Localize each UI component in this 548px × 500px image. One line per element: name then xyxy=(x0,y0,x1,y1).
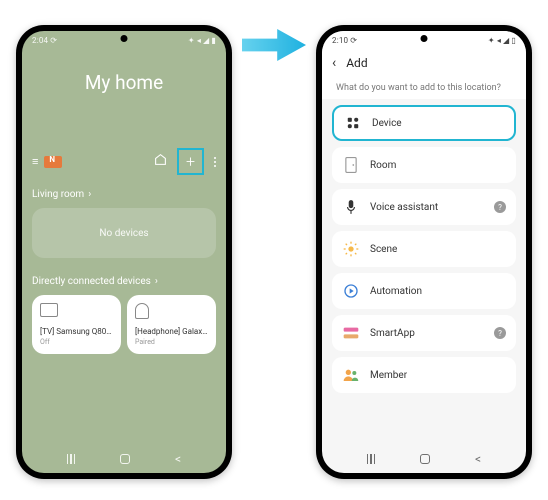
add-button[interactable]: + xyxy=(177,148,204,175)
nav-home[interactable] xyxy=(120,454,130,464)
voice-assistant-icon xyxy=(342,199,360,215)
header: ‹ Add xyxy=(322,49,526,75)
nav-recent[interactable] xyxy=(67,454,76,464)
phone-left: 2:04⟳ ✦◂◢▮ My home ≡ + xyxy=(16,25,232,479)
subheading: What do you want to add to this location… xyxy=(322,75,526,99)
headphone-icon xyxy=(135,303,149,319)
add-item-voice-assistant[interactable]: Voice assistant? xyxy=(332,189,516,225)
phone-right: 2:10⟳ ✦◂◢▯ ‹ Add What do you want to add… xyxy=(316,25,532,479)
add-item-room[interactable]: Room xyxy=(332,147,516,183)
lines-icon[interactable]: ≡ xyxy=(32,155,38,168)
smartapp-icon xyxy=(342,327,360,339)
chevron-right-icon: › xyxy=(88,189,91,200)
nav-bar: < xyxy=(322,447,526,471)
add-item-device[interactable]: Device xyxy=(332,105,516,141)
add-item-member[interactable]: Member xyxy=(332,357,516,393)
page-title: My home xyxy=(32,71,216,94)
status-time: 2:04 xyxy=(32,36,48,45)
automation-icon xyxy=(342,283,360,299)
add-item-label: Automation xyxy=(370,286,506,297)
arrow-right-icon xyxy=(242,25,306,65)
transition-arrow xyxy=(232,25,316,65)
member-icon xyxy=(342,368,360,382)
home-icon[interactable] xyxy=(154,153,167,170)
add-item-label: Scene xyxy=(370,244,506,255)
nav-back[interactable]: < xyxy=(475,452,481,466)
header-title: Add xyxy=(346,56,367,70)
nav-bar: < xyxy=(22,447,226,471)
device-card-headphone[interactable]: [Headphone] Galaxy … Paired xyxy=(127,295,216,354)
add-item-label: Voice assistant xyxy=(370,202,494,213)
room-section-header[interactable]: Living room › xyxy=(32,189,216,200)
no-devices-card[interactable]: No devices xyxy=(32,208,216,258)
add-item-scene[interactable]: Scene xyxy=(332,231,516,267)
help-icon[interactable]: ? xyxy=(494,201,506,213)
back-button[interactable]: ‹ xyxy=(332,55,336,71)
more-icon[interactable] xyxy=(214,157,216,167)
add-item-automation[interactable]: Automation xyxy=(332,273,516,309)
status-time: 2:10 xyxy=(332,36,348,45)
help-icon[interactable]: ? xyxy=(494,327,506,339)
add-item-label: Room xyxy=(370,160,506,171)
add-item-label: Device xyxy=(372,118,504,129)
device-card-tv[interactable]: [TV] Samsung Q800 … Off xyxy=(32,295,121,354)
front-camera xyxy=(421,35,428,42)
add-item-label: SmartApp xyxy=(370,328,494,339)
add-item-label: Member xyxy=(370,370,506,381)
plus-icon: + xyxy=(186,154,195,170)
add-item-smartapp[interactable]: SmartApp? xyxy=(332,315,516,351)
directly-section-header[interactable]: Directly connected devices › xyxy=(32,276,216,287)
nav-home[interactable] xyxy=(420,454,430,464)
room-icon xyxy=(342,157,360,173)
tv-icon xyxy=(40,303,58,317)
chevron-right-icon: › xyxy=(155,276,158,287)
scene-icon xyxy=(342,241,360,257)
nav-recent[interactable] xyxy=(367,454,376,464)
front-camera xyxy=(121,35,128,42)
device-icon xyxy=(344,116,362,130)
nav-back[interactable]: < xyxy=(175,452,181,466)
notification-badge[interactable] xyxy=(44,156,62,168)
